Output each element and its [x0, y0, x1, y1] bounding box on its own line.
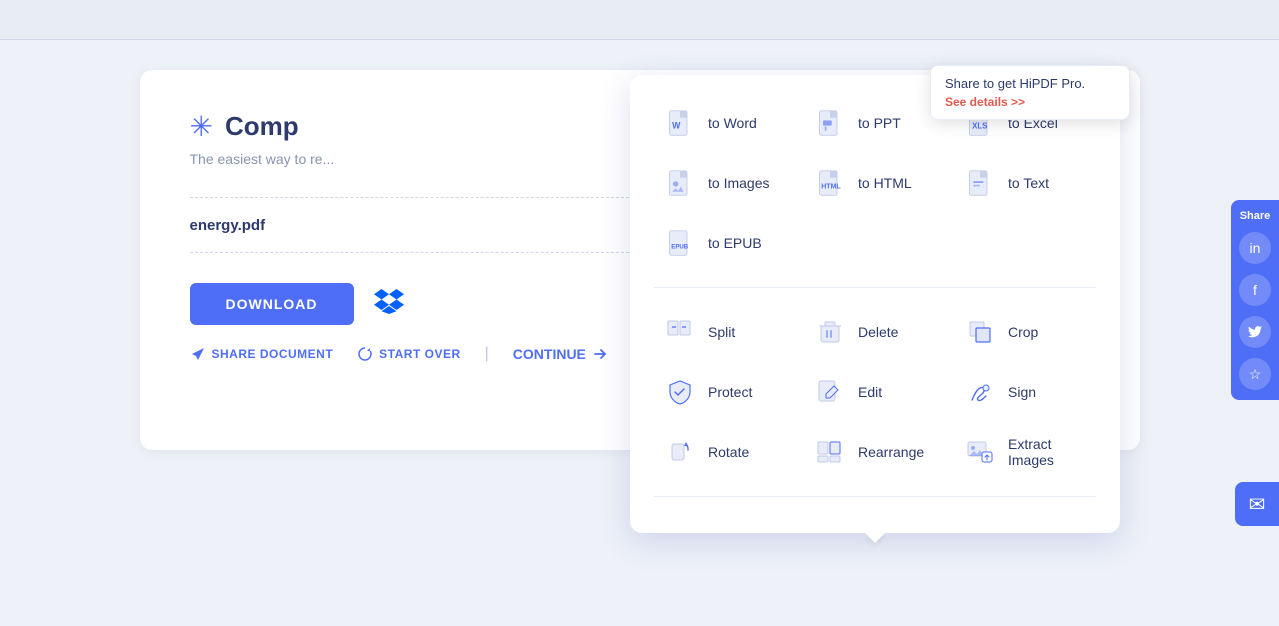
menu-item-rearrange[interactable]: Rearrange: [804, 424, 946, 480]
card-logo-icon: ✳: [190, 110, 213, 143]
tooltip-text: Share to get HiPDF Pro.: [945, 76, 1115, 91]
share-document-link[interactable]: SHARE DOCUMENT: [190, 346, 334, 362]
html-icon: HTML: [812, 165, 848, 201]
menu-item-rotate[interactable]: Rotate: [654, 424, 796, 480]
top-bar: [0, 0, 1279, 40]
svg-text:HTML: HTML: [821, 183, 841, 190]
tooltip-link[interactable]: See details >>: [945, 95, 1115, 109]
menu-item-sign-label: Sign: [1008, 384, 1036, 400]
twitter-share-button[interactable]: [1239, 316, 1271, 348]
menu-item-to-word-label: to Word: [708, 115, 757, 131]
rotate-icon: [662, 434, 698, 470]
share-sidebar: Share in f ☆: [1231, 200, 1279, 400]
menu-item-to-images[interactable]: to Images: [654, 155, 796, 211]
menu-item-split[interactable]: Split: [654, 304, 796, 360]
menu-item-protect-label: Protect: [708, 384, 752, 400]
split-icon: [662, 314, 698, 350]
menu-item-sign[interactable]: Sign: [954, 364, 1096, 420]
text-icon: [962, 165, 998, 201]
continue-button[interactable]: CONTINUE: [513, 346, 608, 362]
pro-tooltip: Share to get HiPDF Pro. See details >>: [930, 65, 1130, 120]
menu-item-to-text-label: to Text: [1008, 175, 1049, 191]
bookmark-share-button[interactable]: ☆: [1239, 358, 1271, 390]
menu-item-edit[interactable]: Edit: [804, 364, 946, 420]
main-content: ✳ Comp The easiest way to re... energy.p…: [0, 40, 1279, 626]
tools-section: Split Delete: [654, 304, 1096, 497]
menu-item-to-images-label: to Images: [708, 175, 769, 191]
menu-item-extract-images-label: Extract Images: [1008, 436, 1088, 468]
images-icon: [662, 165, 698, 201]
menu-item-to-html-label: to HTML: [858, 175, 912, 191]
svg-text:XLS: XLS: [972, 121, 987, 130]
facebook-share-button[interactable]: f: [1239, 274, 1271, 306]
divider: |: [485, 345, 489, 363]
dropbox-icon[interactable]: [374, 288, 404, 321]
menu-item-rotate-label: Rotate: [708, 444, 749, 460]
dropdown-menu: Share to get HiPDF Pro. See details >> W…: [630, 75, 1120, 533]
menu-item-crop-label: Crop: [1008, 324, 1038, 340]
menu-item-protect[interactable]: Protect: [654, 364, 796, 420]
edit-icon: [812, 374, 848, 410]
word-icon: W: [662, 105, 698, 141]
menu-item-to-text[interactable]: to Text: [954, 155, 1096, 211]
svg-text:W: W: [672, 120, 681, 130]
svg-text:EPUB: EPUB: [671, 243, 689, 250]
email-button[interactable]: ✉: [1235, 482, 1279, 526]
menu-item-split-label: Split: [708, 324, 735, 340]
epub-icon: EPUB: [662, 225, 698, 261]
download-button[interactable]: DOWNLOAD: [190, 283, 354, 325]
share-label: Share: [1240, 210, 1271, 222]
convert-section: W to Word to PPT: [654, 95, 1096, 288]
menu-item-delete[interactable]: Delete: [804, 304, 946, 360]
page-title: Comp: [225, 111, 299, 142]
menu-item-to-ppt-label: to PPT: [858, 115, 901, 131]
linkedin-share-button[interactable]: in: [1239, 232, 1271, 264]
start-over-link[interactable]: START OVER: [357, 346, 460, 362]
top-bar-tabs: [0, 0, 1279, 39]
menu-item-rearrange-label: Rearrange: [858, 444, 924, 460]
menu-item-to-epub-label: to EPUB: [708, 235, 762, 251]
dropdown-arrow: [865, 533, 885, 543]
menu-item-to-word[interactable]: W to Word: [654, 95, 796, 151]
menu-item-to-ppt[interactable]: to PPT: [804, 95, 946, 151]
ppt-icon: [812, 105, 848, 141]
crop-icon: [962, 314, 998, 350]
menu-item-delete-label: Delete: [858, 324, 898, 340]
menu-item-to-html[interactable]: HTML to HTML: [804, 155, 946, 211]
rearrange-icon: [812, 434, 848, 470]
extract-images-icon: [962, 434, 998, 470]
menu-item-extract-images[interactable]: Extract Images: [954, 424, 1096, 480]
protect-icon: [662, 374, 698, 410]
menu-item-to-epub[interactable]: EPUB to EPUB: [654, 215, 796, 271]
menu-item-crop[interactable]: Crop: [954, 304, 1096, 360]
sign-icon: [962, 374, 998, 410]
menu-item-edit-label: Edit: [858, 384, 882, 400]
delete-icon: [812, 314, 848, 350]
